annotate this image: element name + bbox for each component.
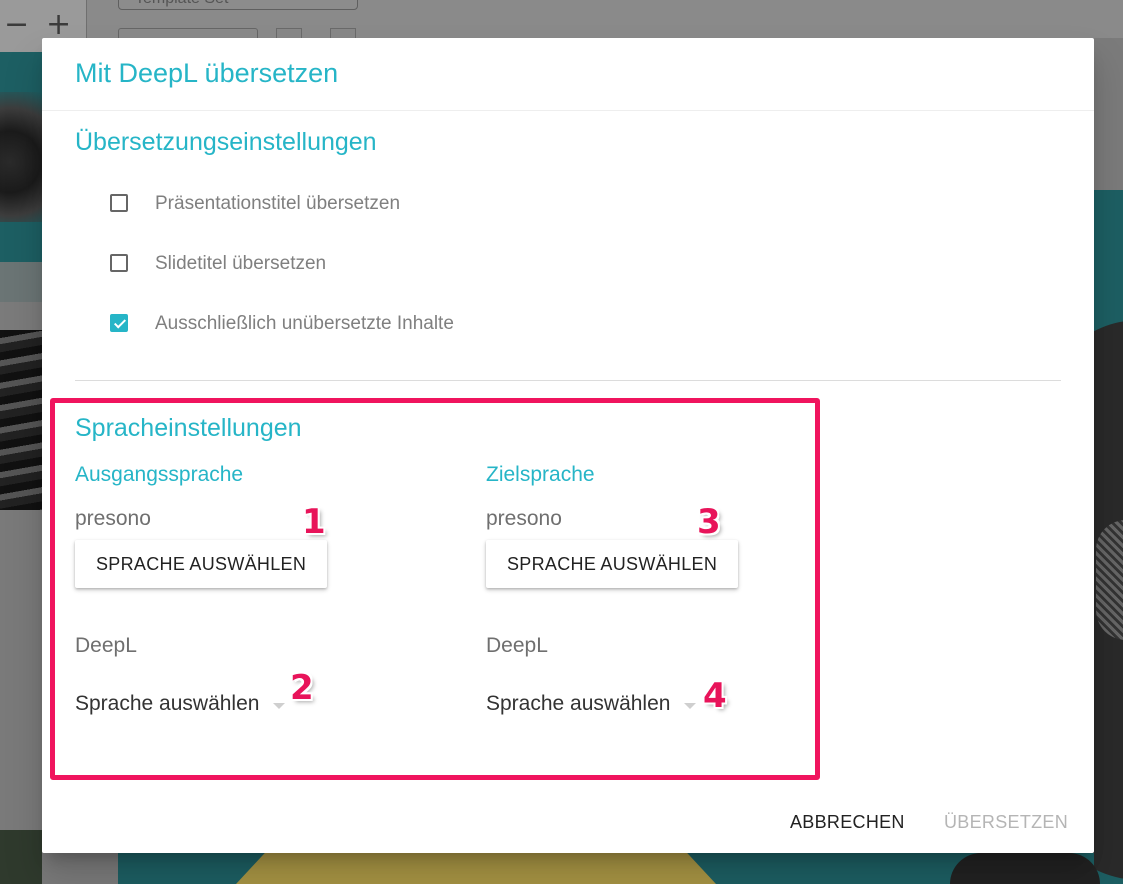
- slide-thumbnail-image: [0, 92, 42, 222]
- slide-list-panel: [0, 510, 42, 884]
- checkbox[interactable]: [110, 254, 128, 272]
- target-select-language-button[interactable]: SPRACHE AUSWÄHLEN: [486, 540, 739, 588]
- target-deepl-language-select[interactable]: Sprache auswählen: [486, 692, 697, 722]
- checkbox-label: Ausschließlich unübersetzte Inhalte: [155, 313, 454, 334]
- template-set-field: Template Set: [118, 0, 358, 10]
- checkbox-label: Slidetitel übersetzen: [155, 253, 327, 274]
- checkbox-checked[interactable]: [110, 314, 128, 332]
- slide-thumbnail-plant: [0, 830, 42, 884]
- callout-4: 4: [703, 676, 727, 716]
- source-deepl-label: DeepL: [75, 634, 137, 657]
- language-settings-heading: Spracheinstellungen: [75, 414, 302, 442]
- checkbox-label: Präsentationstitel übersetzen: [155, 193, 401, 214]
- source-deepl-language-select[interactable]: Sprache auswählen: [75, 692, 286, 722]
- deepl-translate-dialog: Mit DeepL übersetzen Übersetzungseinstel…: [42, 38, 1094, 853]
- microphone-grille: [1096, 520, 1123, 640]
- target-deepl-label: DeepL: [486, 634, 548, 657]
- callout-1: 1: [302, 502, 326, 542]
- callout-2: 2: [290, 668, 314, 708]
- source-presono-label: presono: [75, 507, 151, 530]
- dialog-header: Mit DeepL übersetzen: [42, 38, 1094, 111]
- callout-3: 3: [697, 502, 721, 542]
- checkbox[interactable]: [110, 194, 128, 212]
- translate-button[interactable]: ÜBERSETZEN: [936, 806, 1076, 839]
- slide-canvas-dark-shape: [950, 853, 1100, 884]
- target-language-heading: Zielsprache: [486, 463, 595, 486]
- dropdown-caret-icon: [273, 702, 286, 709]
- slide-thumbnail-caption: [0, 262, 42, 302]
- slide-canvas-shape: [236, 853, 716, 884]
- source-select-language-button[interactable]: SPRACHE AUSWÄHLEN: [75, 540, 328, 588]
- section-divider: [75, 380, 1061, 381]
- target-presono-label: presono: [486, 507, 562, 530]
- translation-settings-heading: Übersetzungseinstellungen: [75, 128, 377, 156]
- zoom-out-icon: −: [4, 7, 30, 42]
- select-value: Sprache auswählen: [486, 692, 671, 715]
- slide-thumbnail-photo: [0, 330, 42, 510]
- cancel-button[interactable]: ABBRECHEN: [782, 806, 913, 839]
- dropdown-caret-icon: [684, 702, 697, 709]
- dialog-title: Mit DeepL übersetzen: [75, 58, 339, 88]
- source-language-heading: Ausgangssprache: [75, 463, 244, 486]
- select-value: Sprache auswählen: [75, 692, 260, 715]
